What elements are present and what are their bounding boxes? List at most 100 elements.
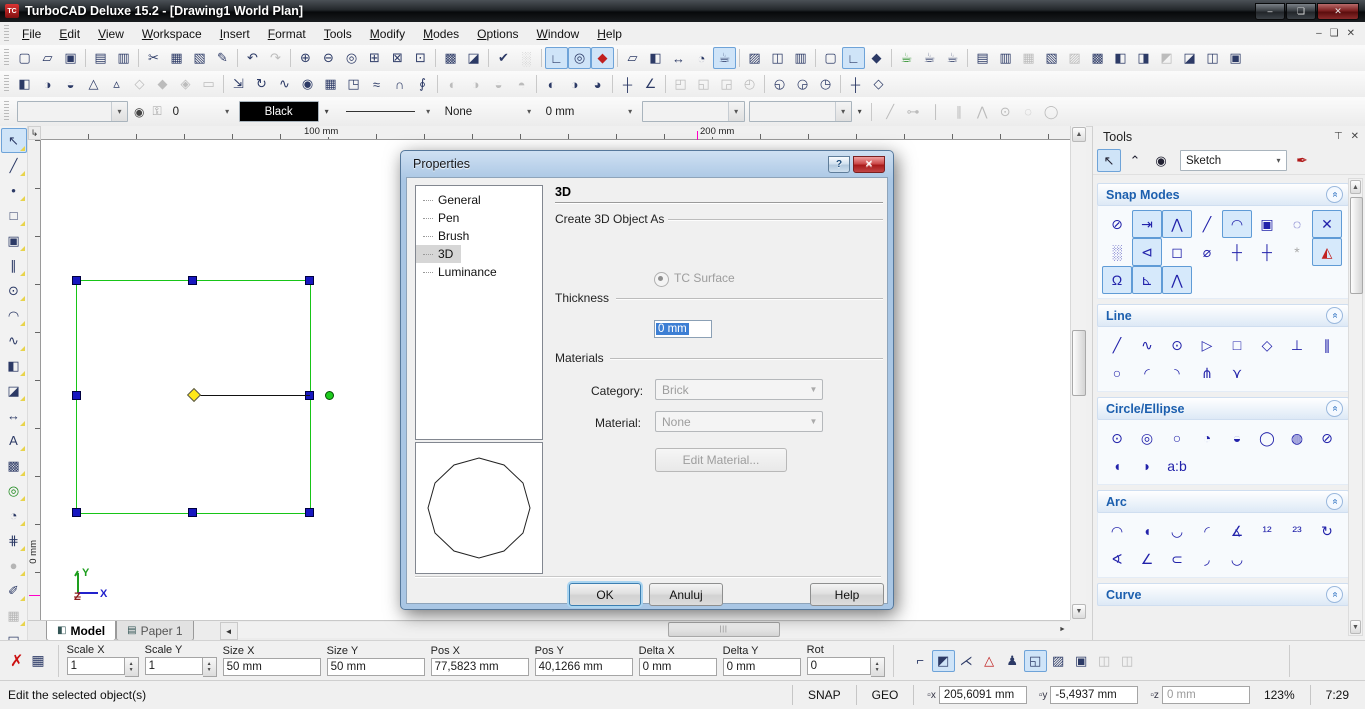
geo-toggle[interactable]: GEO — [864, 688, 907, 702]
sphere-icon[interactable]: ◑ — [36, 73, 59, 95]
edit-b-icon[interactable]: ◫ — [1116, 650, 1139, 672]
spell-check-icon[interactable]: ✔ — [492, 47, 515, 69]
frame-points-icon[interactable]: ▣ — [1070, 650, 1093, 672]
pipe-icon[interactable]: ▭ — [197, 73, 220, 95]
render-hidden-icon[interactable]: ☕ — [918, 47, 941, 69]
line-tool[interactable]: ╱ — [1, 153, 27, 178]
arc-tangent-line-icon[interactable]: ∠ — [1132, 545, 1162, 573]
box-3d-icon[interactable]: ◧ — [644, 47, 667, 69]
cone-outline-icon[interactable]: ▵ — [105, 73, 128, 95]
no-frame-icon[interactable]: ▨ — [1047, 650, 1070, 672]
pb-angle-icon[interactable]: ⋀ — [971, 101, 994, 123]
snap-mid-y-icon[interactable]: ┼ — [1252, 238, 1282, 266]
arc-tangent-point-icon[interactable]: ∡ — [1222, 517, 1252, 545]
arc-fixed-ratio-icon[interactable]: ◡ — [1222, 545, 1252, 573]
chevron-down-icon[interactable]: ▾ — [325, 107, 329, 116]
scrollbar-thumb[interactable]: ||| — [668, 622, 780, 637]
prism-icon[interactable]: ◇ — [128, 73, 151, 95]
globe-mode-icon[interactable]: ◉ — [1149, 149, 1173, 172]
ok-button[interactable]: OK — [569, 583, 641, 606]
insert-picture-icon[interactable]: ▩ — [439, 47, 462, 69]
irregular-polygon-icon[interactable]: ▷ — [1192, 331, 1222, 359]
mdi-close-icon[interactable]: ✕ — [1347, 28, 1355, 39]
tc-surface-radio[interactable] — [654, 272, 669, 287]
zoom-extents-icon[interactable]: ⊞ — [363, 47, 386, 69]
line-end-point[interactable] — [325, 391, 334, 400]
snap-bisector-icon[interactable]: ⋀ — [1162, 266, 1192, 294]
restore-button[interactable]: ❏ — [1286, 3, 1316, 20]
print-preview-icon[interactable]: ▥ — [112, 47, 135, 69]
menu-format[interactable]: Format — [259, 24, 315, 44]
circle-center-radius-icon[interactable]: ⊙ — [1102, 424, 1132, 452]
perpendicular-line-icon[interactable]: ⊥ — [1282, 331, 1312, 359]
polyline-icon[interactable]: ∿ — [1132, 331, 1162, 359]
snap-nearest-icon[interactable]: ⇥ — [1132, 210, 1162, 238]
format-painter-icon[interactable]: ✎ — [211, 47, 234, 69]
render-wireframe-icon[interactable]: ☕ — [895, 47, 918, 69]
polygon-icon[interactable]: ⊙ — [1162, 331, 1192, 359]
tangent-arc-icon[interactable]: ◝ — [1162, 359, 1192, 387]
facet-b-icon[interactable]: ◱ — [692, 73, 715, 95]
view-d-icon[interactable]: ◪ — [1178, 47, 1201, 69]
pb-vertical-icon[interactable]: │ — [925, 101, 948, 123]
double-rectangle-tool[interactable]: ▣ — [1, 228, 27, 253]
minimize-button[interactable]: – — [1255, 3, 1285, 20]
scroll-up-icon[interactable]: ▲ — [1072, 127, 1086, 142]
disc-icon[interactable]: ◉ — [296, 73, 319, 95]
box-icon[interactable]: ◧ — [13, 73, 36, 95]
pb-ellipse-icon[interactable]: ◯ — [1040, 101, 1063, 123]
snap-magnetic-icon[interactable]: ⊲ — [1132, 238, 1162, 266]
dome-icon[interactable]: ∩ — [388, 73, 411, 95]
single-line-icon[interactable]: ╱ — [1102, 331, 1132, 359]
circle-diameter-icon[interactable]: ○ — [1162, 424, 1192, 452]
panel-close-icon[interactable]: ✕ — [1351, 131, 1359, 142]
zoom-previous-icon[interactable]: ◎ — [340, 47, 363, 69]
solid-intersect-icon[interactable]: ◕ — [586, 73, 609, 95]
tangent-2-arcs-icon[interactable]: ◜ — [1132, 359, 1162, 387]
canvas-horizontal-scrollbar[interactable]: ||| ► — [238, 622, 1070, 638]
mdi-minimize-icon[interactable]: – — [1316, 28, 1322, 39]
handle-mid-left[interactable] — [72, 391, 81, 400]
plugins-icon[interactable]: ▩ — [1086, 47, 1109, 69]
lock-icon[interactable]: ⚿ — [152, 104, 161, 119]
move-3d-icon[interactable]: ↔ — [667, 47, 690, 69]
paste-icon[interactable]: ▧ — [188, 47, 211, 69]
snap-circle-tool[interactable]: ◎ — [1, 478, 27, 503]
rotated-rectangle-icon[interactable]: ◇ — [1252, 331, 1282, 359]
dialog-help-icon[interactable]: ? — [828, 156, 850, 173]
spray-tool[interactable]: ✐ — [1, 578, 27, 603]
plane-icon[interactable]: ◳ — [342, 73, 365, 95]
brush-icon[interactable]: ✒ — [1290, 149, 1314, 172]
pb-arc-icon[interactable]: ◌ — [1017, 101, 1040, 123]
delta-x-input[interactable]: 0 mm — [639, 658, 717, 676]
app-icon[interactable]: TC — [5, 4, 19, 18]
size-x-input[interactable]: 50 mm — [223, 658, 321, 676]
copy-entity-icon[interactable]: ▨ — [743, 47, 766, 69]
advanced-render-icon[interactable]: ▨ — [1063, 47, 1086, 69]
shell-b-icon[interactable]: ◶ — [791, 73, 814, 95]
tree-item-luminance[interactable]: Luminance — [416, 263, 542, 281]
snap-grid-icon[interactable]: ░ — [1102, 238, 1132, 266]
dimension-tool[interactable]: ⋕ — [1, 528, 27, 553]
parallel-line-icon[interactable]: ∥ — [1312, 331, 1342, 359]
tab-scroll-left-icon[interactable]: ◄ — [220, 622, 238, 640]
helix-3d-icon[interactable]: ≈ — [365, 73, 388, 95]
view-f-icon[interactable]: ▣ — [1224, 47, 1247, 69]
node-select-icon[interactable]: ⋌ — [955, 650, 978, 672]
multiline-tool[interactable]: ∥ — [1, 253, 27, 278]
line-rectangle-icon[interactable]: □ — [1222, 331, 1252, 359]
bool-add-icon[interactable]: ◐ — [441, 73, 464, 95]
snap-perpendicular-icon[interactable]: ⊾ — [1132, 266, 1162, 294]
toolbar-grip[interactable] — [4, 101, 9, 121]
undo-icon[interactable]: ↶ — [241, 47, 264, 69]
tree-item-pen[interactable]: Pen — [416, 209, 542, 227]
mdi-restore-icon[interactable]: ❏ — [1330, 28, 1339, 39]
facet-c-icon[interactable]: ◲ — [715, 73, 738, 95]
shortest-line-icon[interactable]: ⋎ — [1222, 359, 1252, 387]
node-mode-icon[interactable]: ⌃ — [1123, 149, 1147, 172]
circle-tool[interactable]: ⊙ — [1, 278, 27, 303]
lights-icon[interactable]: ▤ — [971, 47, 994, 69]
axis-tool-icon[interactable]: ┼ — [616, 73, 639, 95]
tree-item-general[interactable]: General — [416, 191, 542, 209]
vertical-ruler[interactable]: 0 mm — [28, 140, 41, 620]
